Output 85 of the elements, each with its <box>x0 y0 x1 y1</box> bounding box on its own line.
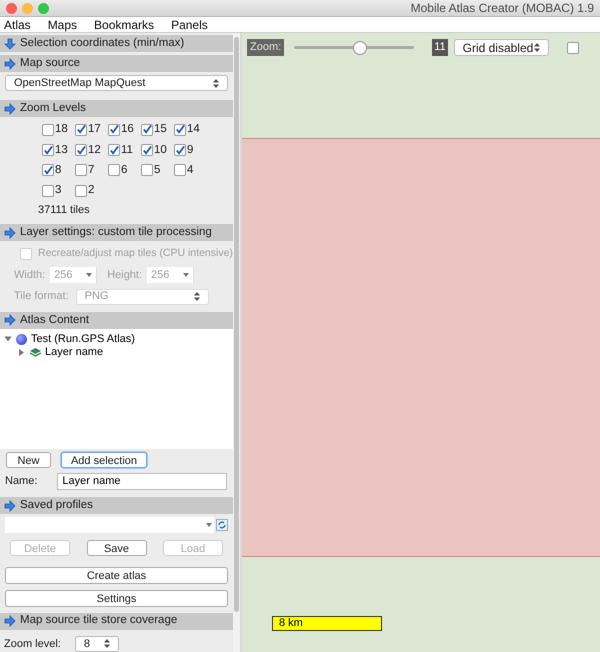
checkbox-label: 5 <box>154 162 160 178</box>
checkbox-label: 15 <box>154 122 167 138</box>
field-label: Width: <box>14 268 46 283</box>
checkbox-label: 17 <box>88 122 101 138</box>
checkbox[interactable] <box>174 144 186 156</box>
panel-header[interactable]: Selection coordinates (min/max) <box>0 35 233 52</box>
checkbox-label: 18 <box>55 122 68 138</box>
checkbox[interactable] <box>42 164 54 176</box>
checkbox-label: 6 <box>121 162 128 178</box>
checkbox[interactable] <box>42 144 54 156</box>
scale-bar: 8 km <box>272 616 382 631</box>
checkbox[interactable] <box>75 164 87 176</box>
dropdown-arrow-icon <box>206 523 212 528</box>
checkbox-label: 13 <box>55 142 68 158</box>
panel-header[interactable]: Atlas Content <box>0 312 233 329</box>
checkbox-label: 9 <box>187 142 194 158</box>
checkbox-label: 4 <box>187 162 194 178</box>
checkbox[interactable] <box>75 124 87 136</box>
map-source-dropdown[interactable]: OpenStreetMap MapQuest <box>5 75 228 91</box>
checkbox[interactable] <box>75 184 87 197</box>
checkbox[interactable] <box>42 184 54 197</box>
stepper-arrows-icon <box>213 78 219 88</box>
checkbox[interactable] <box>42 124 54 136</box>
dropdown-arrow-icon <box>183 273 190 278</box>
checkbox-label: 14 <box>187 122 200 138</box>
maximize-icon[interactable] <box>38 2 49 14</box>
checkbox-label: 10 <box>154 142 167 158</box>
checkbox-label: 11 <box>121 142 133 158</box>
slider-thumb[interactable] <box>353 40 368 54</box>
zoom-level-dropdown[interactable]: 8 <box>74 636 119 652</box>
button[interactable]: Create atlas <box>5 566 228 584</box>
stepper-arrows-icon <box>534 43 540 52</box>
tree-item[interactable]: Layer name <box>0 346 233 359</box>
field-label: Zoom level: <box>4 636 61 652</box>
window-title: Mobile Atlas Creator (MOBAC) 1.9 <box>410 0 594 17</box>
zoom-value: 11 <box>432 39 448 56</box>
menu-item[interactable]: Bookmarks <box>94 16 154 34</box>
map-view[interactable]: Zoom: 11 Grid disabled 8 km <box>242 33 600 652</box>
checkbox-label: 8 <box>55 162 62 178</box>
menu-item[interactable]: Atlas <box>4 16 31 34</box>
checkbox-label: 2 <box>88 183 94 198</box>
panel-header[interactable]: Zoom Levels <box>0 100 233 118</box>
panel-header[interactable]: Map source <box>0 55 233 72</box>
field-label: Name: <box>5 474 38 489</box>
checkbox[interactable] <box>108 124 120 136</box>
checkbox[interactable] <box>174 124 186 136</box>
close-icon[interactable] <box>6 2 17 14</box>
menu-item[interactable]: Panels <box>171 16 208 34</box>
layers-icon <box>30 348 41 357</box>
dropdown-arrow-icon <box>86 273 92 278</box>
field-label: Tile format: <box>14 289 69 304</box>
checkbox-label: Recreate/adjust map tiles (CPU intensive) <box>38 246 233 262</box>
stepper-arrows-icon <box>194 292 200 302</box>
menu-item[interactable]: Maps <box>48 16 78 34</box>
checkbox[interactable] <box>174 164 186 176</box>
checkbox[interactable] <box>108 144 120 156</box>
scrollbar[interactable] <box>233 33 240 652</box>
globe-icon <box>16 334 27 345</box>
disclosure-icon[interactable] <box>4 335 12 344</box>
name-field[interactable]: Layer name <box>57 472 228 490</box>
checkbox[interactable] <box>141 164 153 176</box>
checkbox-label: 16 <box>121 122 134 138</box>
zoom-slider[interactable] <box>294 40 414 54</box>
zoom-label: Zoom: <box>247 39 284 56</box>
refresh-icon[interactable] <box>216 519 228 532</box>
checkbox[interactable] <box>141 124 153 136</box>
panel-header[interactable]: Saved profiles <box>0 497 233 514</box>
grid-checkbox[interactable] <box>566 42 579 54</box>
stepper-arrows-icon <box>104 639 110 648</box>
tree-item[interactable]: Test (Run.GPS Atlas) <box>0 332 233 346</box>
panel-header[interactable]: Map source tile store coverage <box>0 612 233 630</box>
checkbox[interactable] <box>141 144 153 156</box>
checkbox-label: 3 <box>55 183 62 198</box>
button[interactable]: Add selection <box>61 452 147 468</box>
checkbox-label: 12 <box>88 142 101 158</box>
disclosure-icon[interactable] <box>18 348 26 356</box>
button[interactable]: New <box>6 452 51 468</box>
checkbox-label: 7 <box>88 162 94 178</box>
button[interactable]: Save <box>86 540 146 556</box>
tile-count: 37111 tiles <box>37 203 91 216</box>
checkbox[interactable] <box>108 164 120 176</box>
button[interactable]: Settings <box>5 590 228 607</box>
grid-dropdown[interactable]: Grid disabled <box>454 39 549 56</box>
field-label: Height: <box>107 268 142 283</box>
checkbox[interactable] <box>75 144 87 156</box>
